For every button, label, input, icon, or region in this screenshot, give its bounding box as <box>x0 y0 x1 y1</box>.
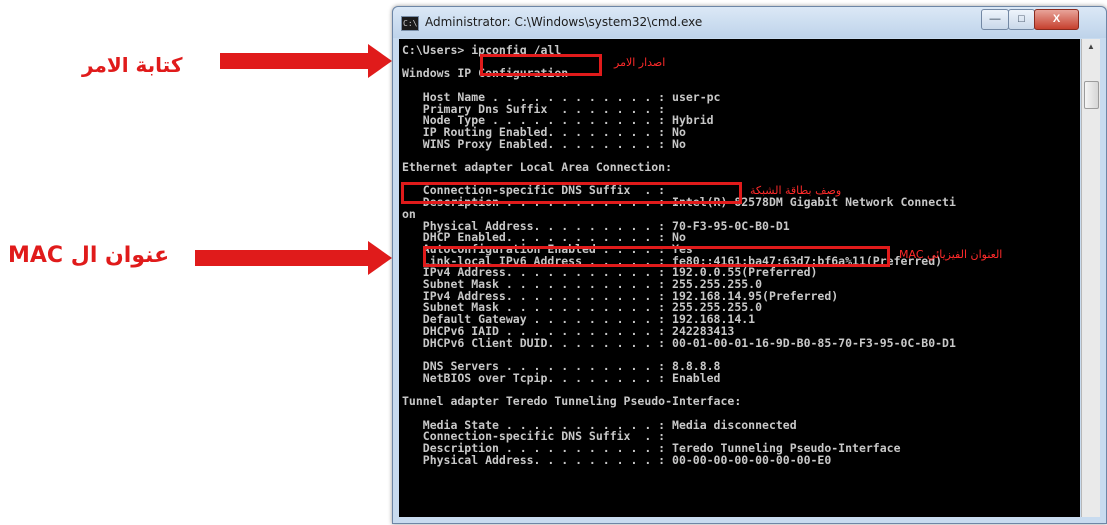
command-highlight-box <box>480 54 602 76</box>
console-line: DHCPv6 Client DUID. . . . . . . . : 00-0… <box>402 335 956 350</box>
issue-command-note: اصدار الامر <box>614 56 666 69</box>
console-output[interactable]: C:\Users> ipconfig /all Windows IP Confi… <box>399 39 1080 517</box>
console-line: Tunnel adapter Teredo Tunneling Pseudo-I… <box>402 394 742 409</box>
adapter-description-note: وصف بطاقة الشبكة <box>750 184 842 197</box>
physical-address-note: العنوان الفيزيائي MAC <box>899 248 1003 261</box>
scrollbar-thumb[interactable] <box>1084 81 1099 109</box>
console-line: Physical Address. . . . . . . . . : 00-0… <box>402 452 832 467</box>
cmd-window: C:\ Administrator: C:\Windows\system32\c… <box>392 6 1107 524</box>
vertical-scrollbar[interactable]: ▲ <box>1081 39 1100 517</box>
console-line: Ethernet adapter Local Area Connection: <box>402 160 673 175</box>
window-title: Administrator: C:\Windows\system32\cmd.e… <box>425 15 703 29</box>
close-button[interactable]: X <box>1034 9 1079 30</box>
type-command-callout: كتابة الامر <box>82 53 183 77</box>
cmd-app-icon: C:\ <box>401 16 419 31</box>
type-command-arrow-icon <box>220 44 392 78</box>
mac-address-arrow-icon <box>195 241 392 275</box>
maximize-button[interactable]: □ <box>1008 9 1035 30</box>
physical-address-highlight-box <box>423 246 890 267</box>
mac-address-callout: عنوان ال MAC <box>8 243 170 268</box>
adapter-highlight-box <box>401 182 742 204</box>
minimize-button[interactable]: — <box>981 9 1009 30</box>
console-line: WINS Proxy Enabled. . . . . . . . : No <box>402 136 686 151</box>
scroll-up-arrow-icon[interactable]: ▲ <box>1082 39 1100 55</box>
console-line: NetBIOS over Tcpip. . . . . . . . : Enab… <box>402 370 721 385</box>
window-titlebar[interactable]: C:\ Administrator: C:\Windows\system32\c… <box>393 7 1106 38</box>
